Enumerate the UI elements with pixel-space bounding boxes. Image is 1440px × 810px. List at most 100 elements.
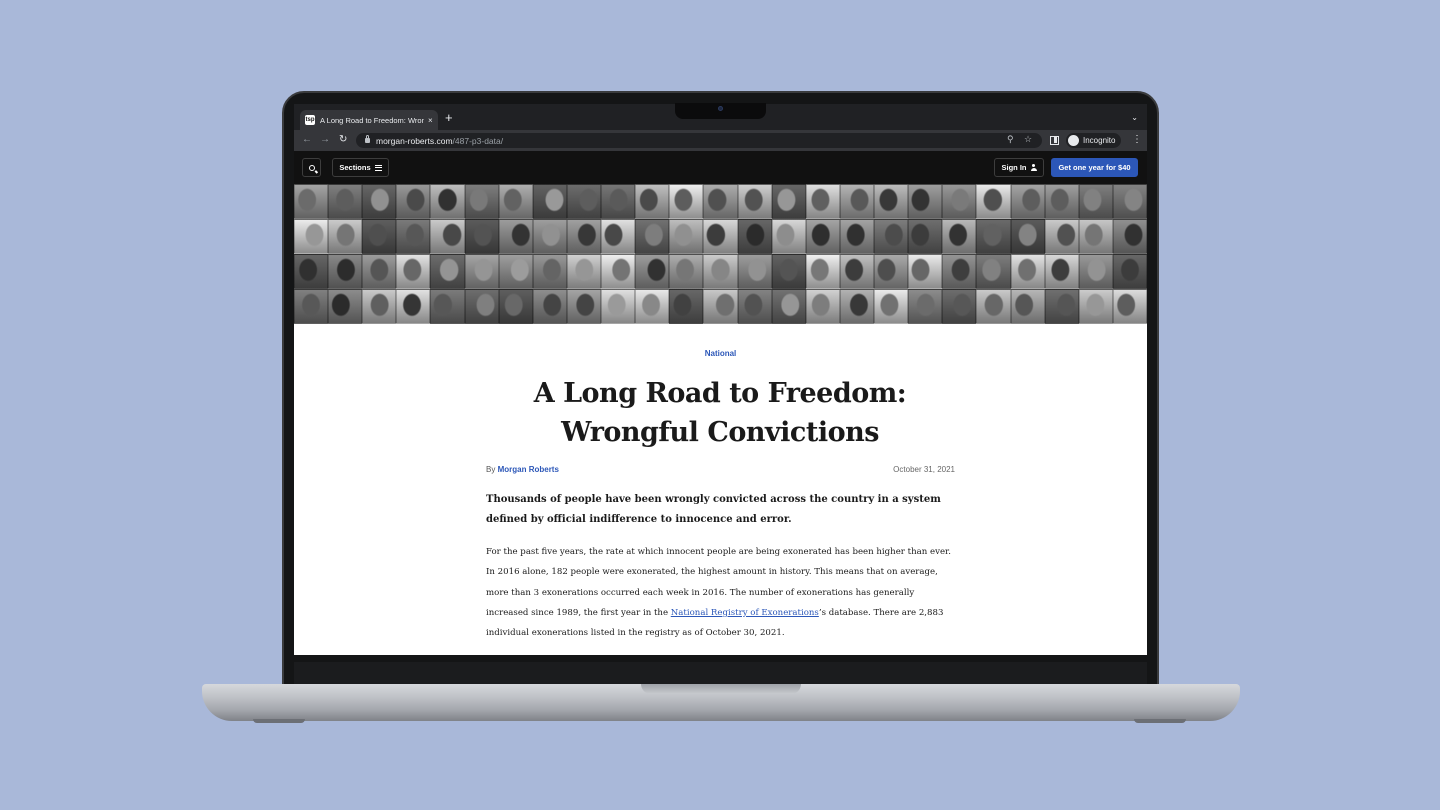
portrait-tile — [874, 219, 909, 254]
hamburger-icon — [374, 164, 382, 171]
portrait-tile — [839, 254, 875, 289]
portrait-tile — [1010, 254, 1045, 289]
portrait-tile — [566, 254, 602, 289]
portrait-tile — [1044, 254, 1079, 289]
portrait-tile — [874, 184, 909, 219]
portrait-tile — [635, 254, 670, 289]
portrait-tile — [328, 184, 363, 219]
portrait-tile — [601, 254, 636, 289]
portrait-tile — [976, 289, 1011, 324]
portrait-tile — [942, 184, 977, 219]
portrait-tile — [874, 289, 909, 324]
portrait-tile — [1112, 184, 1147, 219]
section-kicker-link[interactable]: National — [294, 349, 1147, 358]
url-host: morgan-roberts.com — [376, 135, 453, 146]
site-header: Sections Sign In Get one year for $40 — [294, 151, 1147, 184]
new-tab-button[interactable]: + — [445, 111, 453, 124]
subscribe-button[interactable]: Get one year for $40 — [1051, 158, 1138, 177]
portrait-tile — [976, 219, 1011, 254]
reload-icon[interactable]: ↻ — [339, 134, 347, 146]
portrait-tile — [362, 254, 397, 289]
portrait-tile — [908, 219, 943, 254]
portrait-tile — [839, 184, 875, 219]
star-icon[interactable]: ☆ — [1024, 134, 1032, 145]
site-favicon-icon: tsp — [305, 115, 315, 125]
portrait-tile — [1078, 219, 1113, 254]
portrait-tile — [908, 184, 943, 219]
portrait-tile — [464, 184, 499, 219]
article-dek: Thousands of people have been wrongly co… — [486, 494, 941, 525]
side-panel-icon[interactable] — [1050, 136, 1059, 145]
browser-tab[interactable]: tsp A Long Road to Freedom: Wrongful Con… — [300, 110, 438, 130]
portrait-tile — [464, 254, 499, 289]
incognito-label: Incognito — [1083, 136, 1116, 145]
hero-photo-mosaic — [294, 184, 1147, 324]
portrait-tile — [498, 254, 533, 289]
portrait-tile — [1078, 184, 1113, 219]
article-paragraph: For the past five years, the rate at whi… — [486, 542, 956, 643]
portrait-tile — [566, 184, 602, 219]
portrait-tile — [771, 289, 806, 324]
portrait-tile — [362, 184, 397, 219]
forward-icon[interactable]: → — [320, 134, 330, 146]
portrait-tile — [532, 254, 567, 289]
portrait-tile — [635, 289, 670, 324]
portrait-tile — [976, 184, 1011, 219]
portrait-tile — [635, 219, 670, 254]
portrait-tile — [703, 254, 738, 289]
portrait-tile — [805, 184, 840, 219]
article-headline: A Long Road to Freedom: Wrongful Convict… — [470, 374, 970, 452]
portrait-tile — [771, 254, 806, 289]
lock-icon[interactable] — [365, 135, 370, 143]
portrait-tile — [430, 219, 465, 254]
back-icon[interactable]: ← — [302, 134, 312, 146]
camera-icon — [718, 106, 723, 111]
portrait-tile — [908, 254, 943, 289]
laptop-bezel — [294, 662, 1147, 684]
portrait-tile — [294, 219, 329, 254]
portrait-tile — [737, 254, 772, 289]
portrait-tile — [1112, 289, 1147, 324]
article: National A Long Road to Freedom: Wrongfu… — [294, 324, 1147, 655]
byline-prefix: By — [486, 465, 496, 474]
search-button[interactable] — [302, 158, 321, 177]
url-path: /487-p3-data/ — [452, 135, 504, 146]
camera-notch — [675, 103, 766, 119]
portrait-tile — [328, 219, 363, 254]
user-icon — [1030, 164, 1037, 171]
portrait-tile — [1044, 289, 1079, 324]
author-link[interactable]: Morgan Roberts — [498, 465, 559, 474]
portrait-tile — [1044, 184, 1079, 219]
portrait-tile — [532, 219, 567, 254]
portrait-tile — [362, 219, 397, 254]
portrait-tile — [464, 289, 499, 324]
portrait-tile — [1010, 184, 1045, 219]
portrait-tile — [294, 184, 329, 219]
portrait-tile — [396, 289, 431, 324]
portrait-tile — [601, 184, 636, 219]
menu-icon[interactable]: ⋮ — [1132, 134, 1142, 146]
portrait-tile — [703, 184, 738, 219]
headline-line-1: A Long Road to Freedom: — [533, 378, 907, 409]
address-bar[interactable]: morgan-roberts.com /487-p3-data/ ⚲ ☆ — [356, 133, 1042, 148]
portrait-tile — [669, 289, 704, 324]
incognito-icon — [1068, 135, 1079, 146]
publish-date: October 31, 2021 — [893, 465, 955, 474]
portrait-tile — [908, 289, 943, 324]
portrait-tile — [464, 219, 499, 254]
portrait-tile — [328, 254, 363, 289]
close-tab-icon[interactable]: × — [428, 116, 433, 125]
zoom-icon[interactable]: ⚲ — [1007, 134, 1014, 145]
portrait-tile — [805, 219, 840, 254]
portrait-tile — [566, 219, 602, 254]
portrait-tile — [430, 289, 465, 324]
incognito-profile-button[interactable]: Incognito — [1066, 133, 1122, 148]
sign-in-button[interactable]: Sign In — [994, 158, 1044, 177]
sections-button[interactable]: Sections — [332, 158, 389, 177]
registry-link[interactable]: National Registry of Exonerations — [671, 608, 819, 618]
portrait-tile — [805, 254, 840, 289]
laptop-screen: tsp A Long Road to Freedom: Wrongful Con… — [294, 104, 1147, 655]
search-icon — [308, 164, 315, 171]
tab-search-chevron-icon[interactable]: ⌄ — [1131, 113, 1138, 122]
portrait-tile — [874, 254, 909, 289]
